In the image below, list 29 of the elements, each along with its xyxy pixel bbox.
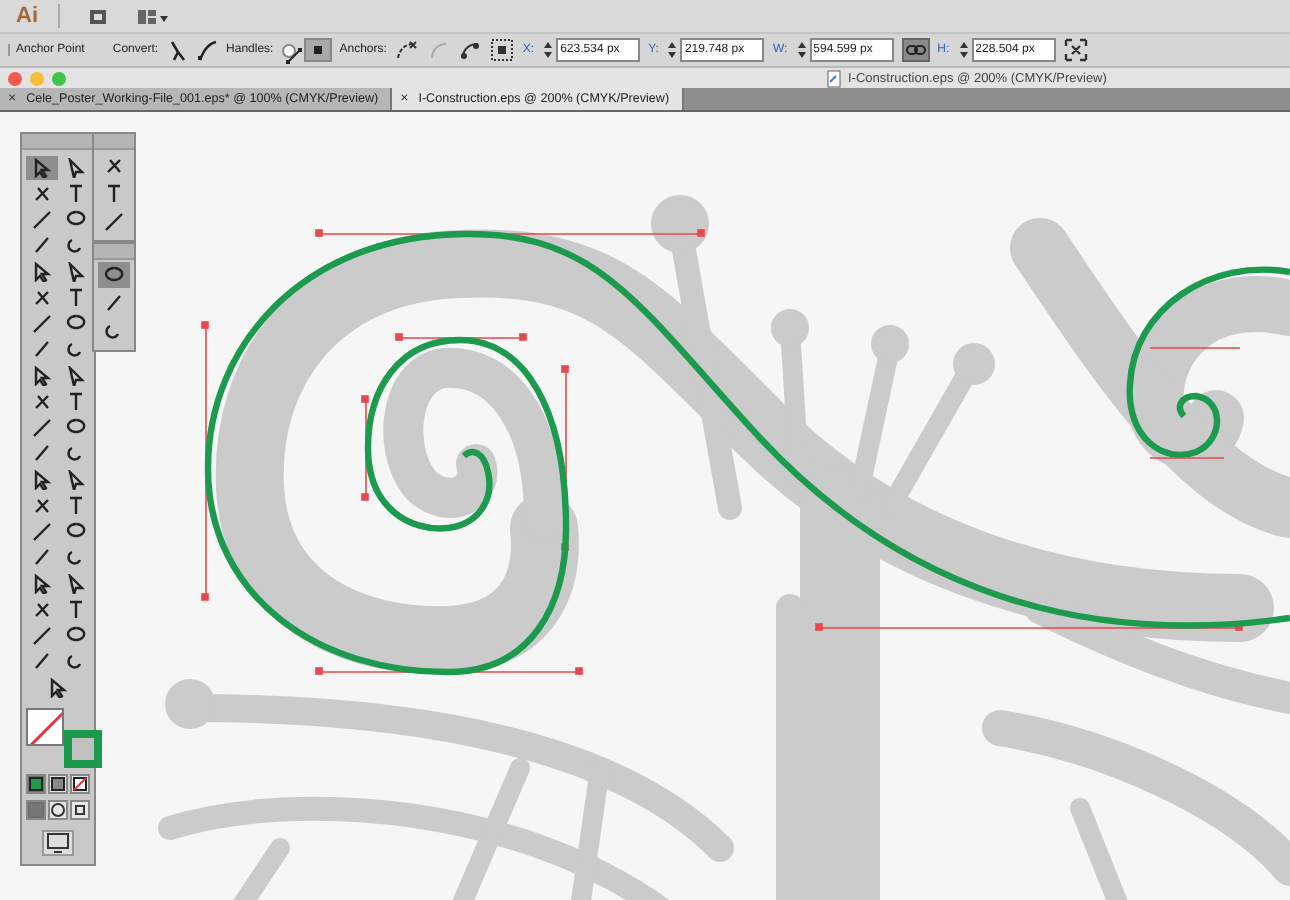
panel-grip[interactable]: [94, 134, 134, 150]
tool-icon[interactable]: [31, 392, 51, 412]
tool-icon[interactable]: [31, 600, 51, 620]
tool-icon[interactable]: [31, 184, 51, 204]
tool-icon[interactable]: [65, 392, 85, 412]
tool-icon[interactable]: [65, 288, 85, 308]
handle-line-icon[interactable]: [283, 45, 304, 65]
stroke-swatch[interactable]: [64, 730, 102, 768]
remove-anchor-icon[interactable]: [394, 38, 419, 62]
tool-icon[interactable]: [31, 496, 51, 516]
transform-grid-icon[interactable]: [490, 38, 515, 62]
panel-grip[interactable]: [22, 134, 94, 150]
panel-grip[interactable]: [94, 244, 134, 260]
corner-point-icon[interactable]: [166, 38, 189, 62]
app-logo: Ai: [16, 4, 60, 28]
tool-icon[interactable]: [65, 600, 85, 620]
tool-icon[interactable]: [104, 155, 124, 175]
panel-icon[interactable]: [88, 7, 108, 25]
tool-icon[interactable]: [65, 496, 85, 516]
tool-button[interactable]: [98, 262, 130, 288]
tool-icon[interactable]: [104, 183, 124, 203]
tool-icon[interactable]: [65, 184, 85, 204]
smooth-point-icon[interactable]: [196, 38, 219, 62]
layout-menu-icon[interactable]: [136, 7, 170, 25]
close-window-button[interactable]: [8, 71, 22, 85]
tool-button[interactable]: [25, 156, 57, 180]
document-icon[interactable]: [826, 69, 842, 87]
tool-icon[interactable]: [31, 288, 51, 308]
transform-corners-icon[interactable]: [1063, 38, 1088, 62]
